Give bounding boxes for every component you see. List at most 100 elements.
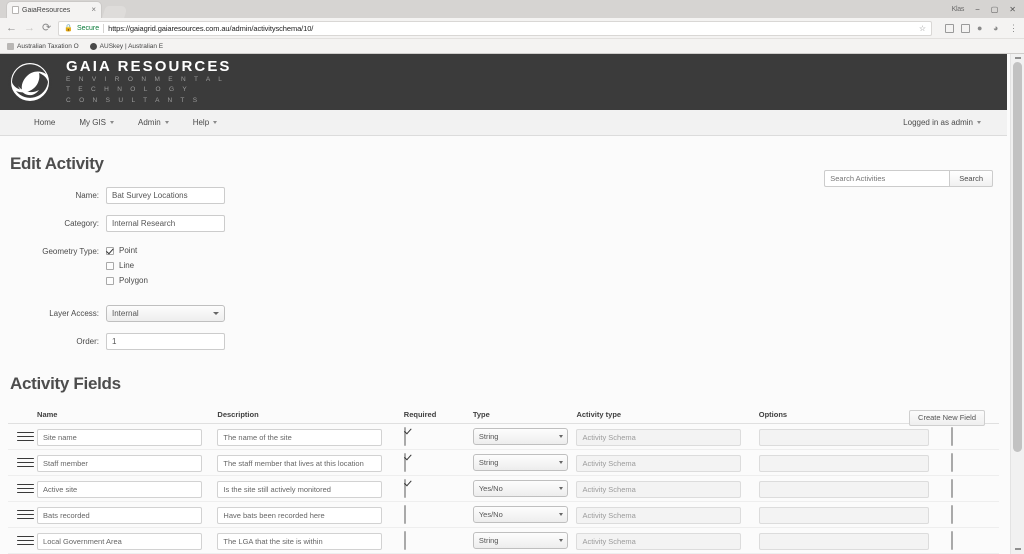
scroll-down-icon[interactable] (1015, 548, 1021, 550)
table-row: Yes/No (8, 502, 999, 528)
field-type-select[interactable]: Yes/No (472, 506, 568, 523)
checkbox-line[interactable] (106, 261, 114, 270)
checkbox-required[interactable] (403, 452, 406, 472)
checkbox-delete[interactable] (951, 530, 954, 550)
scrollbar-thumb[interactable] (1013, 62, 1022, 452)
geometry-type-group: Point Line Polygon (106, 243, 148, 291)
form-row-layer-access: Layer Access: Internal (8, 305, 999, 322)
checkbox-delete[interactable] (951, 426, 954, 446)
address-bar-url: https://gaiagrid.gaiaresources.com.au/ad… (108, 23, 314, 33)
nav-item-label: My GIS (79, 117, 107, 127)
column-header-required: Required (403, 410, 437, 419)
geometry-option-point[interactable]: Point (106, 246, 148, 255)
page-viewport: GAIA RESOURCES E N V I R O N M E N T A L… (0, 54, 1024, 554)
layer-access-label: Layer Access: (49, 309, 99, 318)
drag-handle-icon[interactable] (8, 431, 37, 442)
maximize-icon[interactable]: ▢ (991, 5, 999, 14)
extension-icon-2[interactable] (961, 23, 970, 33)
field-type-select[interactable]: Yes/No (472, 480, 568, 497)
checkbox-delete[interactable] (951, 452, 954, 472)
menu-icon[interactable]: ⋮ (1009, 23, 1018, 33)
bookmark-item[interactable]: Australian Taxation O (7, 42, 79, 50)
drag-handle-icon[interactable] (8, 535, 37, 546)
checkbox-required[interactable] (403, 426, 406, 446)
drag-handle-icon[interactable] (8, 509, 37, 520)
scroll-up-icon[interactable] (1015, 57, 1021, 59)
chevron-down-icon (213, 121, 218, 124)
nav-item-label: Admin (138, 117, 161, 127)
browser-tab[interactable]: GaiaResources × (6, 1, 102, 18)
browser-toolbar: ← → ⟳ 🔒 Secure https://gaiagrid.gaiareso… (0, 18, 1024, 39)
back-arrow-icon[interactable]: ← (6, 22, 17, 34)
layer-access-select[interactable]: Internal (106, 305, 225, 322)
bookmark-item[interactable]: AUSkey | Australian E (89, 42, 163, 50)
name-input[interactable] (106, 187, 225, 204)
field-options-input[interactable] (758, 481, 929, 498)
brand-name: GAIA RESOURCES (66, 57, 232, 75)
field-description-input[interactable] (217, 507, 383, 524)
field-description-input[interactable] (217, 533, 383, 550)
order-input[interactable] (106, 333, 225, 350)
form-row-name: Name: (8, 187, 999, 204)
tab-close-icon[interactable]: × (91, 6, 96, 14)
minimize-icon[interactable]: − (975, 5, 980, 14)
checkbox-required[interactable] (403, 504, 406, 524)
window-close-icon[interactable]: ✕ (1009, 5, 1016, 14)
extension-icon-3[interactable]: ● (977, 23, 986, 33)
page-icon (7, 42, 14, 50)
search-button[interactable]: Search (950, 170, 993, 187)
field-options-input[interactable] (758, 533, 929, 550)
search-input[interactable] (824, 170, 951, 187)
field-type-select[interactable]: String (472, 532, 568, 549)
field-name-input[interactable] (37, 533, 203, 550)
profile-icon[interactable]: ◕ (993, 23, 1002, 33)
column-header-name: Name (37, 410, 58, 419)
field-name-input[interactable] (37, 481, 203, 498)
geometry-option-polygon[interactable]: Polygon (106, 276, 148, 285)
checkbox-required[interactable] (403, 530, 406, 550)
geometry-option-line[interactable]: Line (106, 261, 148, 270)
checkbox-delete[interactable] (951, 478, 954, 498)
field-options-input[interactable] (758, 429, 929, 446)
field-name-input[interactable] (37, 455, 203, 472)
window-restore-label: Klas (951, 5, 965, 13)
checkbox-required[interactable] (403, 478, 406, 498)
star-icon[interactable]: ☆ (919, 24, 926, 33)
activity-fields-title: Activity Fields (10, 374, 121, 393)
field-options-input[interactable] (758, 507, 929, 524)
forward-arrow-icon[interactable]: → (24, 22, 35, 34)
nav-item-help[interactable]: Help (181, 110, 229, 136)
field-description-input[interactable] (217, 429, 383, 446)
nav-item-my-gis[interactable]: My GIS (67, 110, 126, 136)
nav-item-admin[interactable]: Admin (126, 110, 181, 136)
address-bar[interactable]: 🔒 Secure https://gaiagrid.gaiaresources.… (58, 20, 932, 36)
page-scrollbar[interactable] (1010, 54, 1024, 554)
new-tab-icon[interactable] (102, 6, 128, 18)
field-type-select[interactable]: String (472, 454, 568, 471)
drag-handle-icon[interactable] (8, 457, 37, 468)
account-menu[interactable]: Logged in as admin (891, 110, 1007, 136)
field-name-input[interactable] (37, 507, 203, 524)
layer-access-value: Internal (112, 309, 139, 318)
drag-handle-icon[interactable] (8, 483, 37, 494)
field-options-input[interactable] (758, 455, 929, 472)
checkbox-polygon[interactable] (106, 276, 114, 285)
field-description-input[interactable] (217, 481, 383, 498)
create-new-field-button[interactable]: Create New Field (909, 410, 985, 426)
category-input[interactable] (106, 215, 225, 232)
field-name-input[interactable] (37, 429, 203, 446)
chevron-down-icon (558, 487, 563, 490)
field-description-input[interactable] (217, 455, 383, 472)
form-row-order: Order: (8, 333, 999, 350)
lock-icon: 🔒 (64, 25, 73, 32)
form-row-category: Category: (8, 215, 999, 232)
field-type-value: String (478, 432, 499, 441)
nav-item-home[interactable]: Home (22, 110, 67, 136)
field-type-select[interactable]: String (472, 428, 568, 445)
checkbox-point[interactable] (106, 246, 114, 255)
reload-icon[interactable]: ⟳ (42, 22, 51, 34)
field-type-value: String (478, 458, 499, 467)
extension-icon-1[interactable] (945, 23, 954, 33)
window-controls: Klas − ▢ ✕ (952, 0, 1024, 18)
checkbox-delete[interactable] (951, 504, 954, 524)
